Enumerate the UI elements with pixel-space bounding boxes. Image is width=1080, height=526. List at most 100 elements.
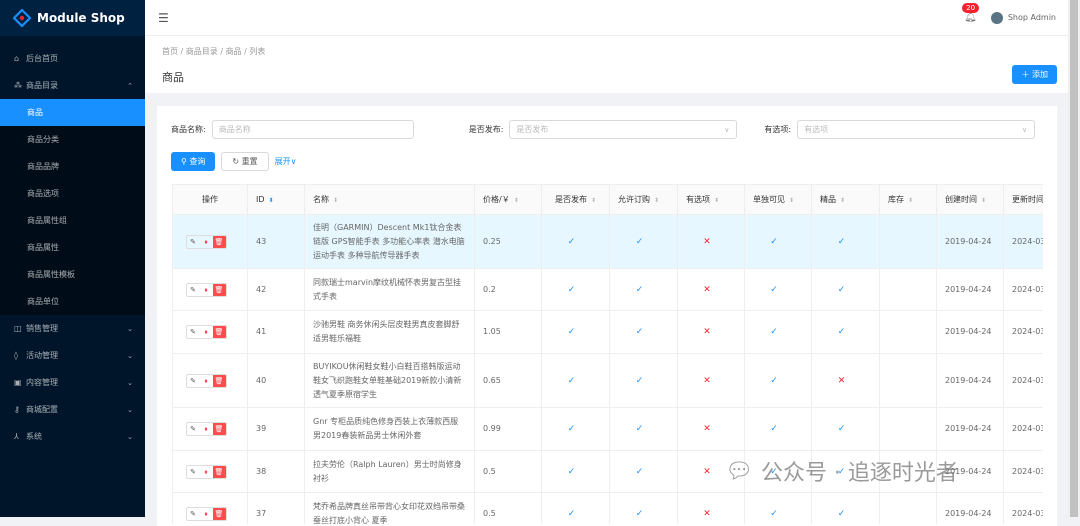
table-row[interactable]: ✎ ⏸︎ 🗑︎ 42 同款瑞士marvin摩纹机械怀表男复古型挂式手表 0.2 ✓ ✓ ✕ ✓ ✓ 2…	[172, 268, 1043, 311]
table-row[interactable]: ✎ ⏸︎ 🗑︎ 43 佳明（GARMIN）Descent Mk1钛合金表链版 GPS智能…	[172, 214, 1043, 269]
logo[interactable]: Module Shop	[0, 0, 145, 36]
column-header[interactable]: 单独可见 ⬍	[744, 184, 812, 215]
cell-stock	[879, 353, 937, 408]
table-row[interactable]: ✎ ⏸︎ 🗑︎ 37 梵乔希品牌真丝吊带背心女印花双绉吊带桑蚕丝打底小背心 夏季 0.5 ✓…	[172, 492, 1043, 524]
page-scrollbar[interactable]	[1068, 0, 1080, 517]
column-header[interactable]: 库存 ⬍	[879, 184, 937, 215]
sort-icon[interactable]: ⬍	[269, 197, 274, 204]
column-header[interactable]: 精品 ⬍	[811, 184, 880, 215]
sidebar-subitem[interactable]: 商品属性组	[0, 207, 145, 234]
sidebar-subitem[interactable]: 商品属性	[0, 234, 145, 261]
sort-icon[interactable]: ⬍	[981, 197, 986, 204]
cell-flag: ✓	[541, 214, 610, 269]
check-icon: ✓	[837, 284, 846, 295]
expand-link[interactable]: 展开∨	[275, 156, 297, 167]
delete-icon[interactable]: 🗑︎	[212, 374, 226, 387]
cell-flag: ✓	[811, 310, 880, 354]
sidebar-item[interactable]: ⁂ 商品目录 ⌃	[0, 72, 145, 99]
name-input[interactable]: 商品名称	[211, 120, 414, 139]
column-header[interactable]: ID ⬍	[247, 184, 305, 215]
edit-icon[interactable]: ✎	[187, 423, 200, 435]
row-actions: ✎ ⏸︎ 🗑︎	[172, 353, 248, 408]
sidebar-item[interactable]: ◫ 销售管理 ⌄	[0, 315, 145, 342]
delete-icon[interactable]: 🗑︎	[212, 283, 226, 296]
pause-icon[interactable]: ⏸︎	[200, 423, 213, 435]
cell-id: 41	[247, 310, 305, 354]
sidebar-item[interactable]: ⅄ 系统 ⌄	[0, 423, 145, 450]
sort-icon[interactable]: ⬍	[840, 197, 845, 204]
column-header[interactable]: 名称 ⬍	[304, 184, 475, 215]
pause-icon[interactable]: ⏸︎	[200, 284, 213, 296]
breadcrumb-item[interactable]: 首页	[162, 47, 178, 56]
pause-icon[interactable]: ⏸︎	[200, 236, 213, 248]
delete-icon[interactable]: 🗑︎	[212, 423, 226, 435]
delete-icon[interactable]: 🗑︎	[212, 465, 226, 478]
table-row[interactable]: ✎ ⏸︎ 🗑︎ 41 沙驰男鞋 商务休闲头层皮鞋男真皮套脚舒适男鞋乐福鞋 1.05 ✓ ✓ ✕ ✓…	[172, 310, 1043, 354]
column-header[interactable]: 允许订购 ⬍	[609, 184, 678, 215]
published-select[interactable]: 是否发布 ∨	[509, 120, 738, 139]
sidebar-item[interactable]: ⚷ 商城配置 ⌄	[0, 396, 145, 423]
sort-icon[interactable]: ⬍	[789, 197, 794, 204]
cell-flag: ✓	[811, 492, 880, 524]
sidebar-subitem[interactable]: 商品分类	[0, 126, 145, 153]
delete-icon[interactable]: 🗑︎	[212, 326, 226, 338]
edit-icon[interactable]: ✎	[187, 466, 200, 478]
avatar[interactable]	[990, 11, 1003, 24]
edit-icon[interactable]: ✎	[187, 284, 200, 296]
sidebar-subitem[interactable]: 商品品牌	[0, 153, 145, 180]
breadcrumb-item[interactable]: 商品目录	[186, 47, 218, 56]
notification-bell[interactable]: 🔔︎ 20	[962, 3, 980, 23]
column-header[interactable]: 是否发布 ⬍	[541, 184, 610, 215]
edit-icon[interactable]: ✎	[187, 236, 200, 248]
reset-button[interactable]: ↻ 重置	[221, 152, 269, 171]
pause-icon[interactable]: ⏸︎	[200, 508, 213, 520]
column-header: 操作	[172, 184, 248, 215]
row-actions: ✎ ⏸︎ 🗑︎	[172, 492, 248, 524]
sort-icon[interactable]: ⬍	[908, 197, 913, 204]
pause-icon[interactable]: ⏸︎	[200, 326, 213, 338]
edit-icon[interactable]: ✎	[187, 375, 200, 387]
sidebar-subitem[interactable]: 商品属性模板	[0, 261, 145, 288]
cell-created: 2019-04-24	[936, 268, 1004, 311]
sidebar-item[interactable]: ▣ 内容管理 ⌄	[0, 369, 145, 396]
column-header[interactable]: 价格/￥ ⬍	[474, 184, 542, 215]
check-icon: ✓	[635, 327, 644, 337]
sort-icon[interactable]: ⬍	[514, 197, 519, 204]
check-icon: ✓	[770, 375, 778, 386]
column-header[interactable]: 更新时间⬍	[1003, 184, 1043, 215]
add-button[interactable]: ＋ 添加	[1012, 65, 1057, 84]
cell-flag: ✓	[811, 214, 880, 269]
sort-icon[interactable]: ⬍	[591, 197, 596, 204]
sort-icon[interactable]: ⬍	[333, 197, 338, 204]
breadcrumb-item[interactable]: 商品	[226, 47, 242, 56]
sort-icon[interactable]: ⬍	[714, 197, 719, 204]
menu-fold-icon[interactable]: ☰	[158, 11, 169, 25]
sidebar-subitem[interactable]: 商品选项	[0, 180, 145, 207]
table-row[interactable]: ✎ ⏸︎ 🗑︎ 40 BUYIKOU休闲鞋女鞋小白鞋百搭韩版运动鞋女飞织跑鞋女单鞋基础2…	[172, 353, 1043, 408]
pause-icon[interactable]: ⏸︎	[200, 375, 213, 387]
sort-icon[interactable]: ⬍	[654, 197, 659, 204]
table-row[interactable]: ✎ ⏸︎ 🗑︎ 39 Gnr 专柜品质纯色修身西装上衣薄款西服男2019春装新品男士休闲…	[172, 407, 1043, 451]
cell-stock	[879, 214, 937, 269]
cell-flag: ✓	[609, 268, 678, 311]
delete-icon[interactable]: 🗑︎	[212, 235, 226, 248]
sidebar-item[interactable]: ◊ 活动管理 ⌄	[0, 342, 145, 369]
delete-icon[interactable]: 🗑︎	[212, 507, 226, 520]
cell-flag: ✕	[677, 353, 745, 408]
sidebar-subitem[interactable]: 商品单位	[0, 288, 145, 315]
search-button[interactable]: ⚲ 查询	[171, 152, 216, 171]
column-header[interactable]: 有选项 ⬍	[677, 184, 745, 215]
pause-icon[interactable]: ⏸︎	[200, 466, 213, 478]
close-icon: ✕	[703, 424, 711, 434]
column-header[interactable]: 创建时间 ⬍	[936, 184, 1004, 215]
wechat-icon: 💬︎	[725, 458, 753, 484]
chevron-down-icon: ⌄	[127, 405, 133, 414]
cell-flag: ✓	[744, 492, 812, 524]
sidebar-item[interactable]: ⌂ 后台首页	[0, 45, 145, 72]
edit-icon[interactable]: ✎	[187, 508, 200, 520]
scrollbar-thumb[interactable]	[1070, 0, 1078, 517]
user-name[interactable]: Shop Admin	[1008, 13, 1056, 22]
sidebar-subitem[interactable]: 商品	[0, 99, 145, 126]
edit-icon[interactable]: ✎	[187, 326, 200, 338]
has-options-select[interactable]: 有选项 ∨	[797, 120, 1036, 139]
